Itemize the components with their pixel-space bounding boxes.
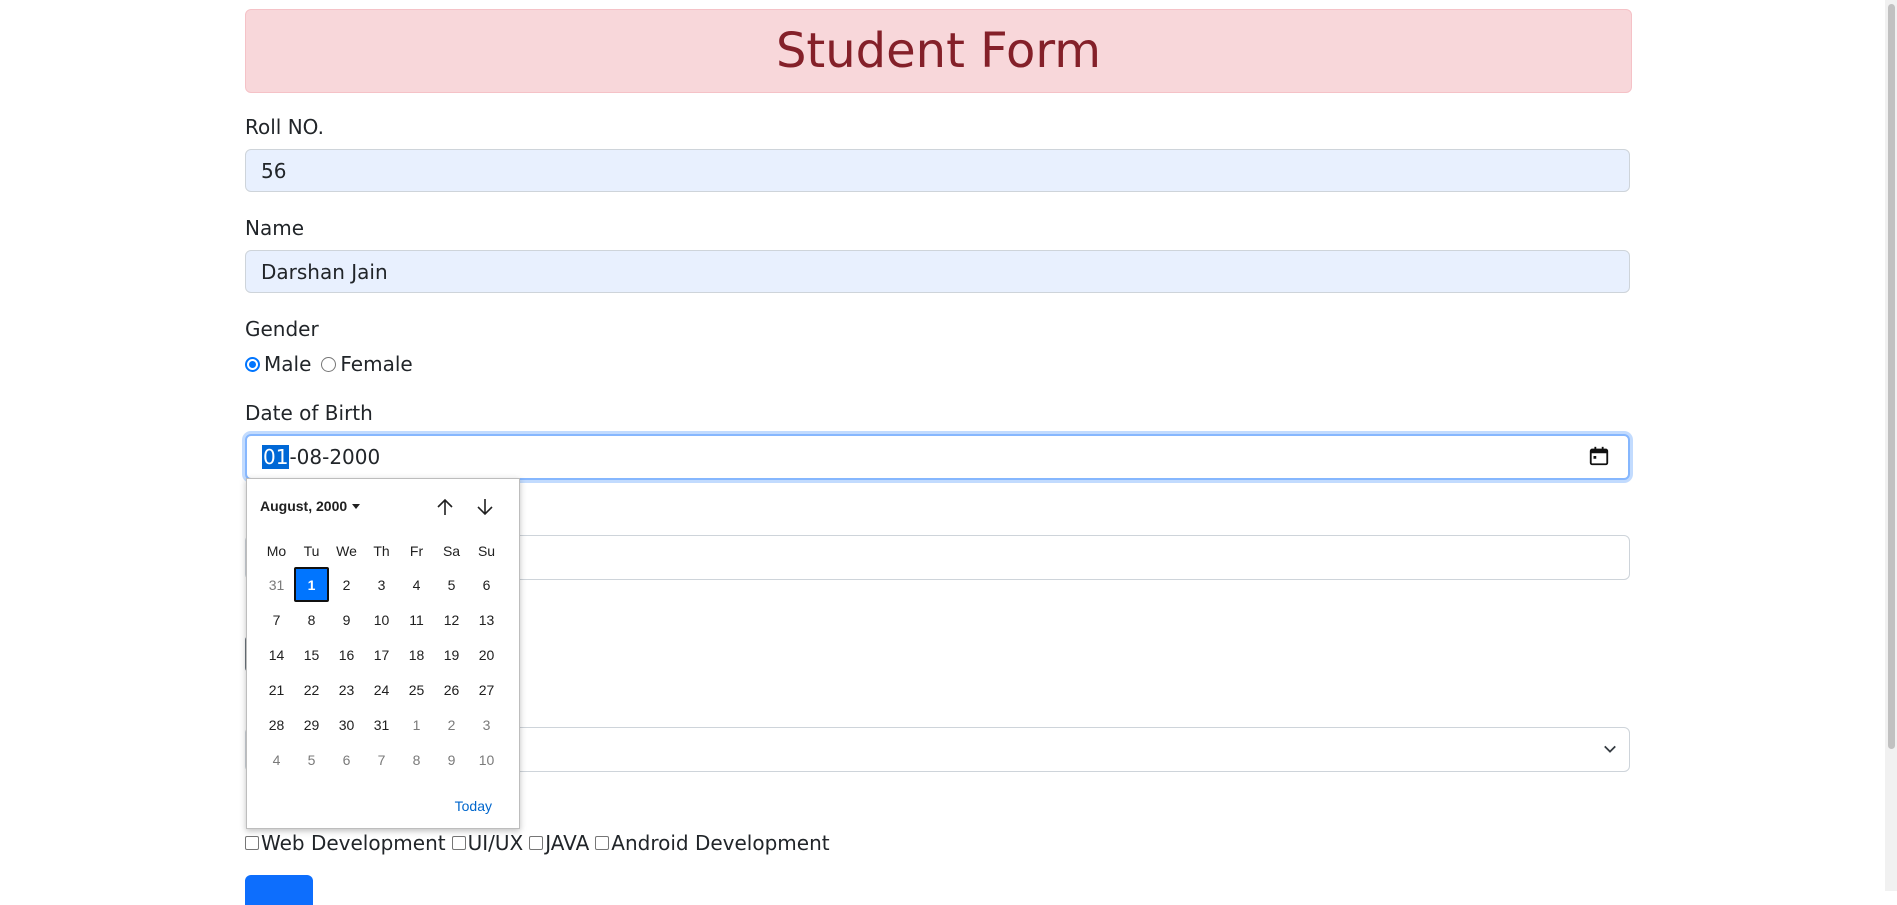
arrow-up-icon	[437, 498, 453, 515]
roll-value: 56	[261, 158, 287, 183]
calendar-day-selected[interactable]: 1	[294, 567, 329, 602]
weekday-header: Su	[477, 543, 496, 559]
weekday-header: Tu	[303, 543, 320, 559]
course-checkboxes: Web Development UI/UX JAVA Android Devel…	[245, 831, 836, 855]
calendar-day[interactable]: 2	[329, 567, 364, 602]
calendar-day[interactable]: 28	[259, 707, 294, 742]
calendar-day[interactable]: 26	[434, 672, 469, 707]
weekday-header: Fr	[409, 543, 424, 559]
dob-rest: -08-2000	[289, 445, 381, 469]
weekday-header: We	[336, 543, 357, 559]
next-month-button[interactable]	[473, 495, 497, 519]
calendar-day[interactable]: 5	[294, 742, 329, 777]
calendar-day[interactable]: 9	[434, 742, 469, 777]
weekday-header: Th	[373, 543, 390, 559]
checkbox-item[interactable]: UI/UX	[451, 831, 524, 855]
radio-female-label: Female	[340, 352, 413, 376]
calendar-day[interactable]: 2	[434, 707, 469, 742]
calendar-day[interactable]: 6	[329, 742, 364, 777]
calendar-day[interactable]: 4	[399, 567, 434, 602]
calendar-day[interactable]: 7	[259, 602, 294, 637]
checkbox[interactable]	[245, 836, 259, 850]
calendar-day[interactable]: 31	[364, 707, 399, 742]
checkbox-label: Android Development	[611, 831, 830, 855]
calendar-day[interactable]: 25	[399, 672, 434, 707]
prev-month-button[interactable]	[433, 495, 457, 519]
weekday-header: Mo	[266, 543, 287, 559]
scrollbar-thumb[interactable]	[1888, 4, 1895, 749]
calendar-day[interactable]: 11	[399, 602, 434, 637]
calendar-grid: Mo Tu We Th Fr Sa Su 31 1 2 3 4 5 6 7 8 9 10 11 12 13 14 15 16 1…	[259, 543, 504, 777]
calendar-day[interactable]: 18	[399, 637, 434, 672]
calendar-day[interactable]: 21	[259, 672, 294, 707]
calendar-day[interactable]: 17	[364, 637, 399, 672]
checkbox-label: Web Development	[261, 831, 446, 855]
checkbox[interactable]	[529, 836, 544, 850]
calendar-day[interactable]: 3	[364, 567, 399, 602]
calendar-day[interactable]: 29	[294, 707, 329, 742]
calendar-day[interactable]: 4	[259, 742, 294, 777]
month-year-dropdown[interactable]: August, 2000	[260, 498, 361, 514]
radio-female[interactable]	[321, 356, 337, 372]
name-value: Darshan Jain	[261, 259, 388, 284]
radio-male-label: Male	[264, 352, 312, 376]
calendar-day[interactable]: 19	[434, 637, 469, 672]
checkbox[interactable]	[451, 836, 466, 850]
checkbox-item[interactable]: JAVA	[529, 831, 589, 855]
roll-input[interactable]: 56	[245, 149, 1630, 192]
page-scrollbar[interactable]	[1885, 0, 1897, 891]
calendar-day[interactable]: 7	[364, 742, 399, 777]
radio-male[interactable]	[245, 356, 260, 372]
calendar-day[interactable]: 10	[469, 742, 504, 777]
calendar-day[interactable]: 8	[294, 602, 329, 637]
calendar-day[interactable]: 14	[259, 637, 294, 672]
checkbox-label: UI/UX	[467, 831, 524, 855]
dob-input[interactable]: 01 -08-2000	[245, 434, 1630, 480]
chevron-down-icon	[1604, 745, 1616, 753]
calendar-day[interactable]: 22	[294, 672, 329, 707]
calendar-day[interactable]: 10	[364, 602, 399, 637]
weekday-header: Sa	[442, 543, 461, 559]
submit-button[interactable]	[245, 875, 313, 905]
calendar-day[interactable]: 8	[399, 742, 434, 777]
checkbox-item[interactable]: Web Development	[245, 831, 446, 855]
gender-label: Gender	[245, 317, 319, 341]
calendar-day[interactable]: 31	[259, 567, 294, 602]
calendar-day[interactable]: 1	[399, 707, 434, 742]
calendar-day[interactable]: 30	[329, 707, 364, 742]
name-input[interactable]: Darshan Jain	[245, 250, 1630, 293]
today-button[interactable]: Today	[455, 798, 492, 814]
calendar-day[interactable]: 23	[329, 672, 364, 707]
page-title: Student Form	[775, 23, 1102, 79]
form-header: Student Form	[245, 9, 1632, 93]
roll-label: Roll NO.	[245, 115, 324, 139]
calendar-icon[interactable]	[1588, 445, 1610, 467]
dob-day-segment[interactable]: 01	[262, 445, 290, 469]
checkbox[interactable]	[595, 836, 610, 850]
calendar-day[interactable]: 24	[364, 672, 399, 707]
gender-options: Male Female	[245, 352, 413, 376]
calendar-day[interactable]: 5	[434, 567, 469, 602]
date-picker-popup: August, 2000 Mo Tu We Th Fr Sa Su 31 1 2 3 4 5 6 7 8 9 10…	[246, 478, 520, 829]
dob-label: Date of Birth	[245, 401, 373, 425]
calendar-day[interactable]: 12	[434, 602, 469, 637]
calendar-day[interactable]: 27	[469, 672, 504, 707]
calendar-day[interactable]: 20	[469, 637, 504, 672]
calendar-day[interactable]: 9	[329, 602, 364, 637]
checkbox-label: JAVA	[545, 831, 590, 855]
calendar-day[interactable]: 15	[294, 637, 329, 672]
calendar-day[interactable]: 16	[329, 637, 364, 672]
arrow-down-icon	[477, 499, 493, 516]
calendar-day[interactable]: 6	[469, 567, 504, 602]
calendar-day[interactable]: 13	[469, 602, 504, 637]
name-label: Name	[245, 216, 305, 240]
calendar-day[interactable]: 3	[469, 707, 504, 742]
checkbox-item[interactable]: Android Development	[595, 831, 830, 855]
month-year-label: August, 2000	[260, 498, 348, 514]
dropdown-caret-icon	[352, 503, 361, 509]
